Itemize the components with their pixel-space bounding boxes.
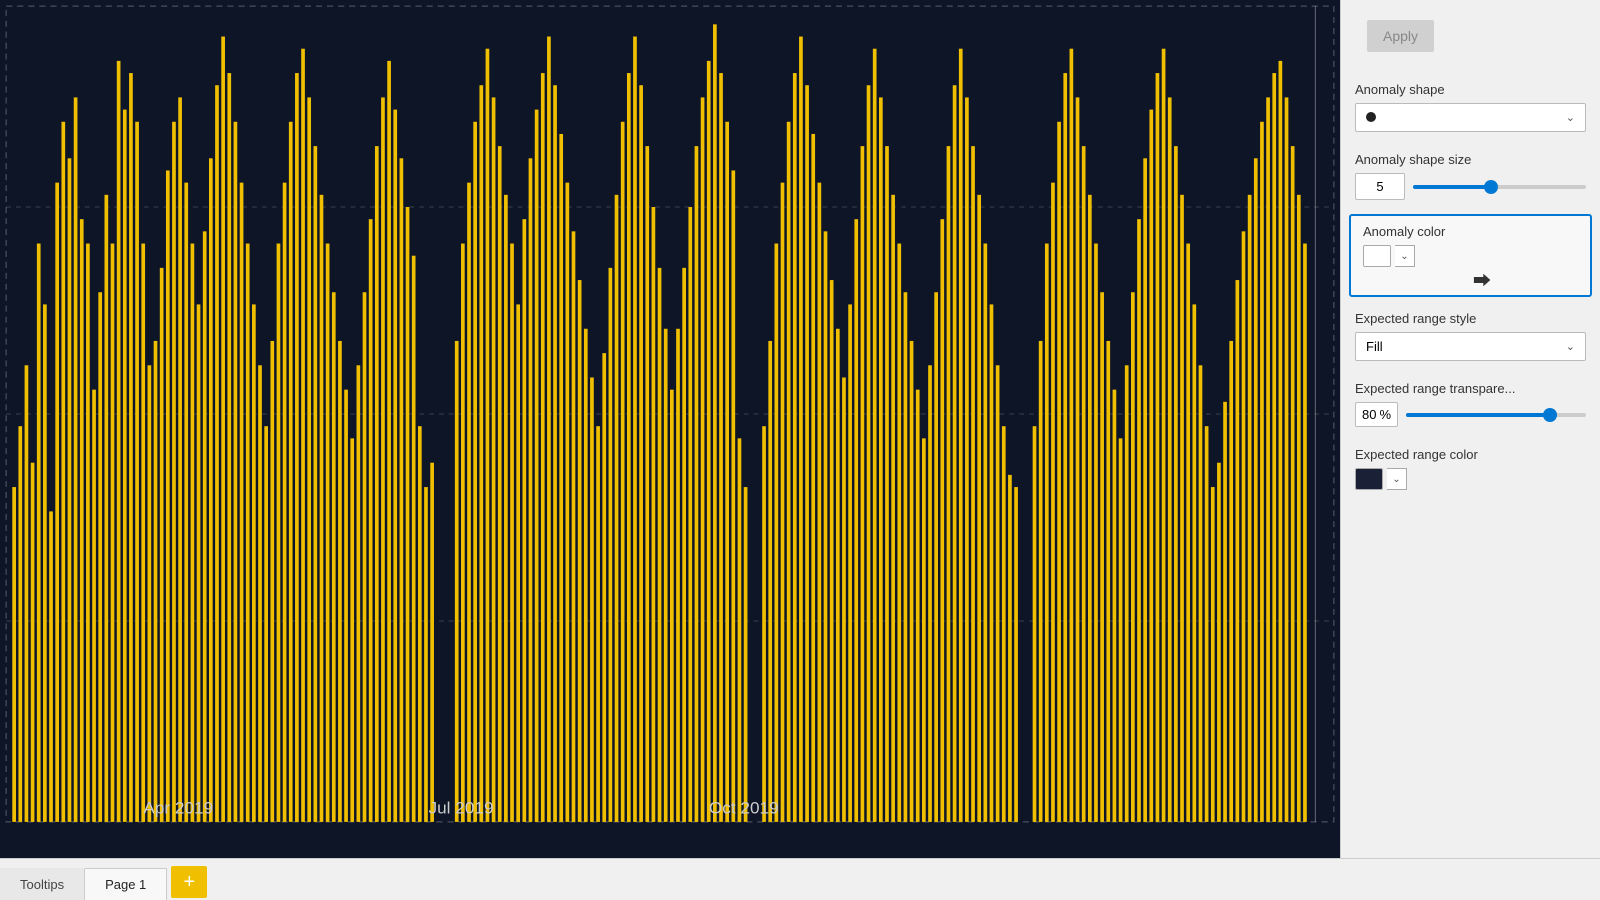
anomaly-shape-size-slider[interactable] xyxy=(1413,185,1586,189)
apply-section: Apply xyxy=(1341,0,1600,72)
expected-range-color-dropdown-button[interactable]: ⌄ xyxy=(1387,468,1407,490)
expected-range-transparency-value: 80 xyxy=(1362,407,1376,422)
apply-button[interactable]: Apply xyxy=(1367,20,1434,52)
expected-range-transparency-label: Expected range transpare... xyxy=(1355,381,1586,396)
svg-text:Oct 2019: Oct 2019 xyxy=(709,798,779,817)
svg-text:Apr 2019: Apr 2019 xyxy=(143,798,213,817)
expected-range-color-picker-row: ⌄ xyxy=(1355,468,1586,490)
svg-text:Jul 2019: Jul 2019 xyxy=(429,798,494,817)
expected-range-style-label: Expected range style xyxy=(1355,311,1586,326)
dropdown-arrow-icon: ⌄ xyxy=(1566,111,1575,124)
sidebar: Apply Anomaly shape ⌄ Anomaly shape size… xyxy=(1340,0,1600,858)
expected-range-transparency-unit: % xyxy=(1379,407,1391,422)
expected-range-color-swatch[interactable] xyxy=(1355,468,1383,490)
tab-tooltips-label: Tooltips xyxy=(20,877,64,892)
tab-add-button[interactable]: + xyxy=(171,866,207,898)
anomaly-color-picker-row: ⌄ xyxy=(1363,245,1578,267)
tab-page1-label: Page 1 xyxy=(105,877,146,892)
anomaly-shape-size-input[interactable]: 5 xyxy=(1355,173,1405,200)
expected-range-color-section: Expected range color ⌄ xyxy=(1341,437,1600,500)
chart-area: Apr 2019 Jul 2019 Oct 2019 xyxy=(0,0,1340,858)
expected-range-style-value: Fill xyxy=(1366,339,1383,354)
expected-range-transparency-input-wrap: 80 % xyxy=(1355,402,1398,427)
tab-tooltips[interactable]: Tooltips xyxy=(0,868,85,900)
tab-page1[interactable]: Page 1 xyxy=(85,868,167,900)
circle-icon xyxy=(1366,110,1376,125)
expected-range-style-dropdown[interactable]: Fill ⌄ xyxy=(1355,332,1586,361)
anomaly-color-swatch[interactable] xyxy=(1363,245,1391,267)
anomaly-shape-size-row: 5 xyxy=(1355,173,1586,200)
mouse-cursor-icon: ⮕ xyxy=(1473,267,1491,293)
expected-range-transparency-section: Expected range transpare... 80 % xyxy=(1341,371,1600,437)
anomaly-shape-size-label: Anomaly shape size xyxy=(1355,152,1586,167)
anomaly-color-dropdown-button[interactable]: ⌄ xyxy=(1395,245,1415,267)
anomaly-shape-section: Anomaly shape ⌄ xyxy=(1341,72,1600,142)
expected-range-style-arrow-icon: ⌄ xyxy=(1566,340,1575,353)
expected-range-color-label: Expected range color xyxy=(1355,447,1586,462)
expected-range-transparency-slider[interactable] xyxy=(1406,413,1586,417)
chart-svg: Apr 2019 Jul 2019 Oct 2019 xyxy=(0,0,1340,828)
anomaly-shape-size-section: Anomaly shape size 5 xyxy=(1341,142,1600,210)
anomaly-color-section: Anomaly color ⌄ ⮕ xyxy=(1349,214,1592,297)
anomaly-color-label: Anomaly color xyxy=(1363,224,1578,239)
expected-range-style-section: Expected range style Fill ⌄ xyxy=(1341,301,1600,371)
bottom-tabs: Tooltips Page 1 + xyxy=(0,858,1600,900)
chart-canvas: Apr 2019 Jul 2019 Oct 2019 xyxy=(0,0,1340,828)
tab-add-icon: + xyxy=(183,871,195,894)
anomaly-shape-label: Anomaly shape xyxy=(1355,82,1586,97)
anomaly-shape-dropdown[interactable]: ⌄ xyxy=(1355,103,1586,132)
expected-range-transparency-row: 80 % xyxy=(1355,402,1586,427)
